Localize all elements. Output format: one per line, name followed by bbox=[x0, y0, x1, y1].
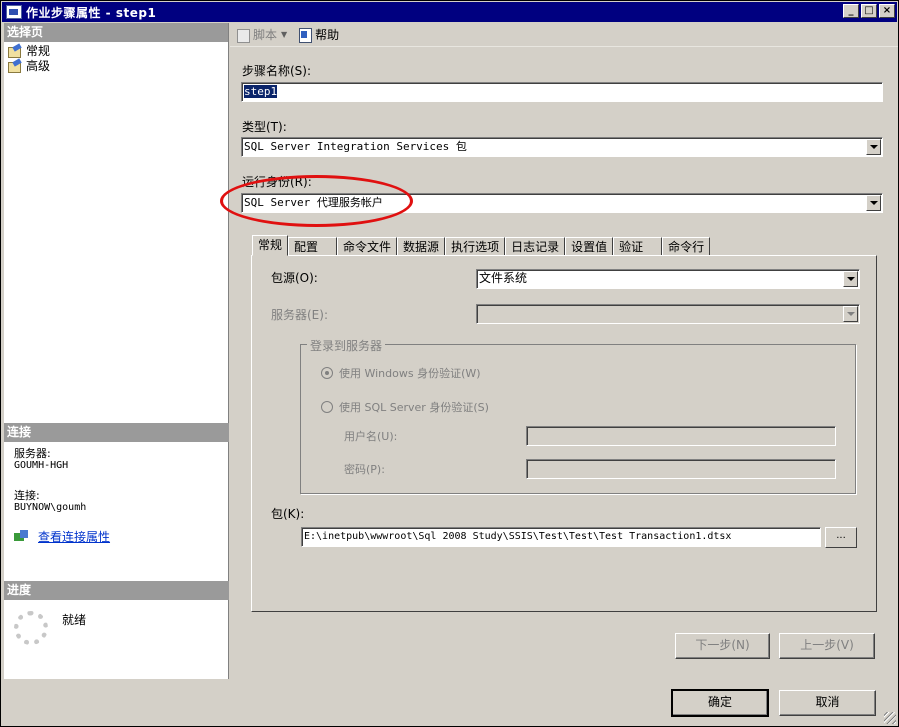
browse-button[interactable]: ... bbox=[825, 527, 857, 548]
tab-logging[interactable]: 日志记录 bbox=[505, 237, 566, 256]
tab-data-sources[interactable]: 数据源 bbox=[397, 237, 446, 256]
type-select[interactable]: SQL Server Integration Services 包 bbox=[241, 137, 883, 157]
tab-general[interactable]: 常规 bbox=[252, 235, 289, 256]
package-source-label: 包源(O): bbox=[271, 271, 318, 285]
tab-configuration[interactable]: 配置 bbox=[288, 237, 338, 256]
server-value: GOUMH-HGH bbox=[14, 460, 69, 471]
sql-auth-label: 使用 SQL Server 身份验证(S) bbox=[339, 401, 489, 414]
script-button[interactable]: 脚本 ▼ bbox=[233, 25, 295, 45]
package-label: 包(K): bbox=[271, 507, 305, 521]
step-name-label: 步骤名称(S): bbox=[242, 64, 312, 78]
password-label: 密码(P): bbox=[344, 463, 385, 476]
help-button[interactable]: 帮助 bbox=[295, 25, 341, 45]
script-icon bbox=[235, 27, 251, 43]
windows-auth-label: 使用 Windows 身份验证(W) bbox=[339, 367, 481, 380]
page-item-advanced[interactable]: 高级 bbox=[4, 58, 228, 73]
view-connection-properties-label: 查看连接属性 bbox=[38, 530, 111, 544]
package-path-input[interactable]: E:\inetpub\wwwroot\Sql 2008 Study\SSIS\T… bbox=[301, 527, 821, 547]
view-connection-properties-link[interactable]: 查看连接属性 bbox=[14, 530, 219, 544]
type-value: SQL Server Integration Services 包 bbox=[244, 140, 467, 153]
toolbar: 脚本 ▼ 帮助 bbox=[230, 23, 898, 47]
page-icon bbox=[8, 45, 22, 58]
radio-selected-icon bbox=[321, 367, 333, 379]
left-pane: 选择页 常规 高级 连接 服务器: GOUMH-HGH 连接: BUYNOW\g… bbox=[4, 23, 229, 679]
progress-status: 就绪 bbox=[62, 613, 87, 627]
title-bar[interactable]: 作业步骤属性 - step1 _ □ × bbox=[2, 2, 897, 22]
help-icon bbox=[297, 27, 313, 43]
app-icon bbox=[6, 5, 22, 19]
connection-section: 连接 服务器: GOUMH-HGH 连接: BUYNOW\goumh 查看连接属… bbox=[4, 423, 229, 550]
server-field-label: 服务器(E): bbox=[271, 308, 328, 322]
next-button[interactable]: 下一步(N) bbox=[675, 633, 770, 659]
run-as-value: SQL Server 代理服务帐户 bbox=[244, 196, 383, 209]
previous-button[interactable]: 上一步(V) bbox=[779, 633, 875, 659]
minimize-button[interactable]: _ bbox=[843, 4, 859, 18]
windows-auth-radio[interactable]: 使用 Windows 身份验证(W) bbox=[321, 365, 481, 381]
connection-header: 连接 bbox=[4, 423, 229, 442]
connection-value: BUYNOW\goumh bbox=[14, 502, 87, 513]
tab-command-line[interactable]: 命令行 bbox=[662, 237, 711, 256]
step-name-input[interactable]: step1 bbox=[241, 82, 883, 102]
chevron-down-icon[interactable] bbox=[843, 271, 858, 287]
tab-set-values[interactable]: 设置值 bbox=[565, 237, 614, 256]
maximize-button[interactable]: □ bbox=[861, 4, 877, 18]
help-label: 帮助 bbox=[315, 28, 340, 42]
run-as-select[interactable]: SQL Server 代理服务帐户 bbox=[241, 193, 883, 213]
window-title: 作业步骤属性 - step1 bbox=[26, 5, 157, 20]
chevron-down-icon[interactable] bbox=[843, 306, 858, 322]
tab-command-files[interactable]: 命令文件 bbox=[337, 237, 398, 256]
type-label: 类型(T): bbox=[242, 120, 287, 134]
resize-grip-icon[interactable] bbox=[884, 712, 896, 724]
page-item-general[interactable]: 常规 bbox=[4, 43, 228, 58]
chevron-down-icon[interactable] bbox=[866, 195, 881, 211]
progress-section: 进度 就绪 bbox=[4, 581, 229, 645]
sql-auth-radio[interactable]: 使用 SQL Server 身份验证(S) bbox=[321, 399, 489, 415]
connection-properties-icon bbox=[14, 530, 30, 544]
step-name-value: step1 bbox=[244, 85, 278, 98]
progress-header: 进度 bbox=[4, 581, 229, 600]
server-select[interactable] bbox=[476, 304, 860, 324]
radio-unselected-icon bbox=[321, 401, 333, 413]
script-label: 脚本 bbox=[253, 28, 278, 42]
chevron-down-icon[interactable] bbox=[866, 139, 881, 155]
server-label: 服务器: bbox=[14, 447, 51, 460]
cancel-button[interactable]: 取消 bbox=[779, 690, 876, 716]
login-group-label: 登录到服务器 bbox=[307, 337, 386, 354]
run-as-label: 运行身份(R): bbox=[242, 175, 312, 189]
window-controls: _ □ × bbox=[843, 4, 895, 18]
progress-spinner-icon bbox=[14, 611, 48, 645]
package-source-select[interactable]: 文件系统 bbox=[476, 269, 860, 289]
connection-body: 服务器: GOUMH-HGH 连接: BUYNOW\goumh 查看连接属性 bbox=[4, 442, 229, 550]
tab-execution-options[interactable]: 执行选项 bbox=[445, 237, 506, 256]
script-dropdown-arrow-icon[interactable]: ▼ bbox=[281, 30, 287, 39]
package-source-value: 文件系统 bbox=[479, 271, 528, 285]
ok-button[interactable]: 确定 bbox=[671, 689, 769, 717]
username-label: 用户名(U): bbox=[344, 430, 398, 443]
tab-verification[interactable]: 验证 bbox=[613, 237, 663, 256]
select-page-header: 选择页 bbox=[4, 23, 228, 42]
package-path-value: E:\inetpub\wwwroot\Sql 2008 Study\SSIS\T… bbox=[304, 531, 732, 542]
close-button[interactable]: × bbox=[879, 4, 895, 18]
username-input[interactable] bbox=[526, 426, 836, 446]
tab-strip: 常规 配置 命令文件 数据源 执行选项 日志记录 设置值 验证 命令行 bbox=[252, 235, 711, 256]
page-item-label: 高级 bbox=[26, 59, 51, 73]
job-step-properties-window: 作业步骤属性 - step1 _ □ × 选择页 常规 高级 连接 服务器: G… bbox=[0, 0, 899, 727]
page-icon bbox=[8, 60, 22, 73]
password-input[interactable] bbox=[526, 459, 836, 479]
connection-label: 连接: bbox=[14, 489, 40, 502]
